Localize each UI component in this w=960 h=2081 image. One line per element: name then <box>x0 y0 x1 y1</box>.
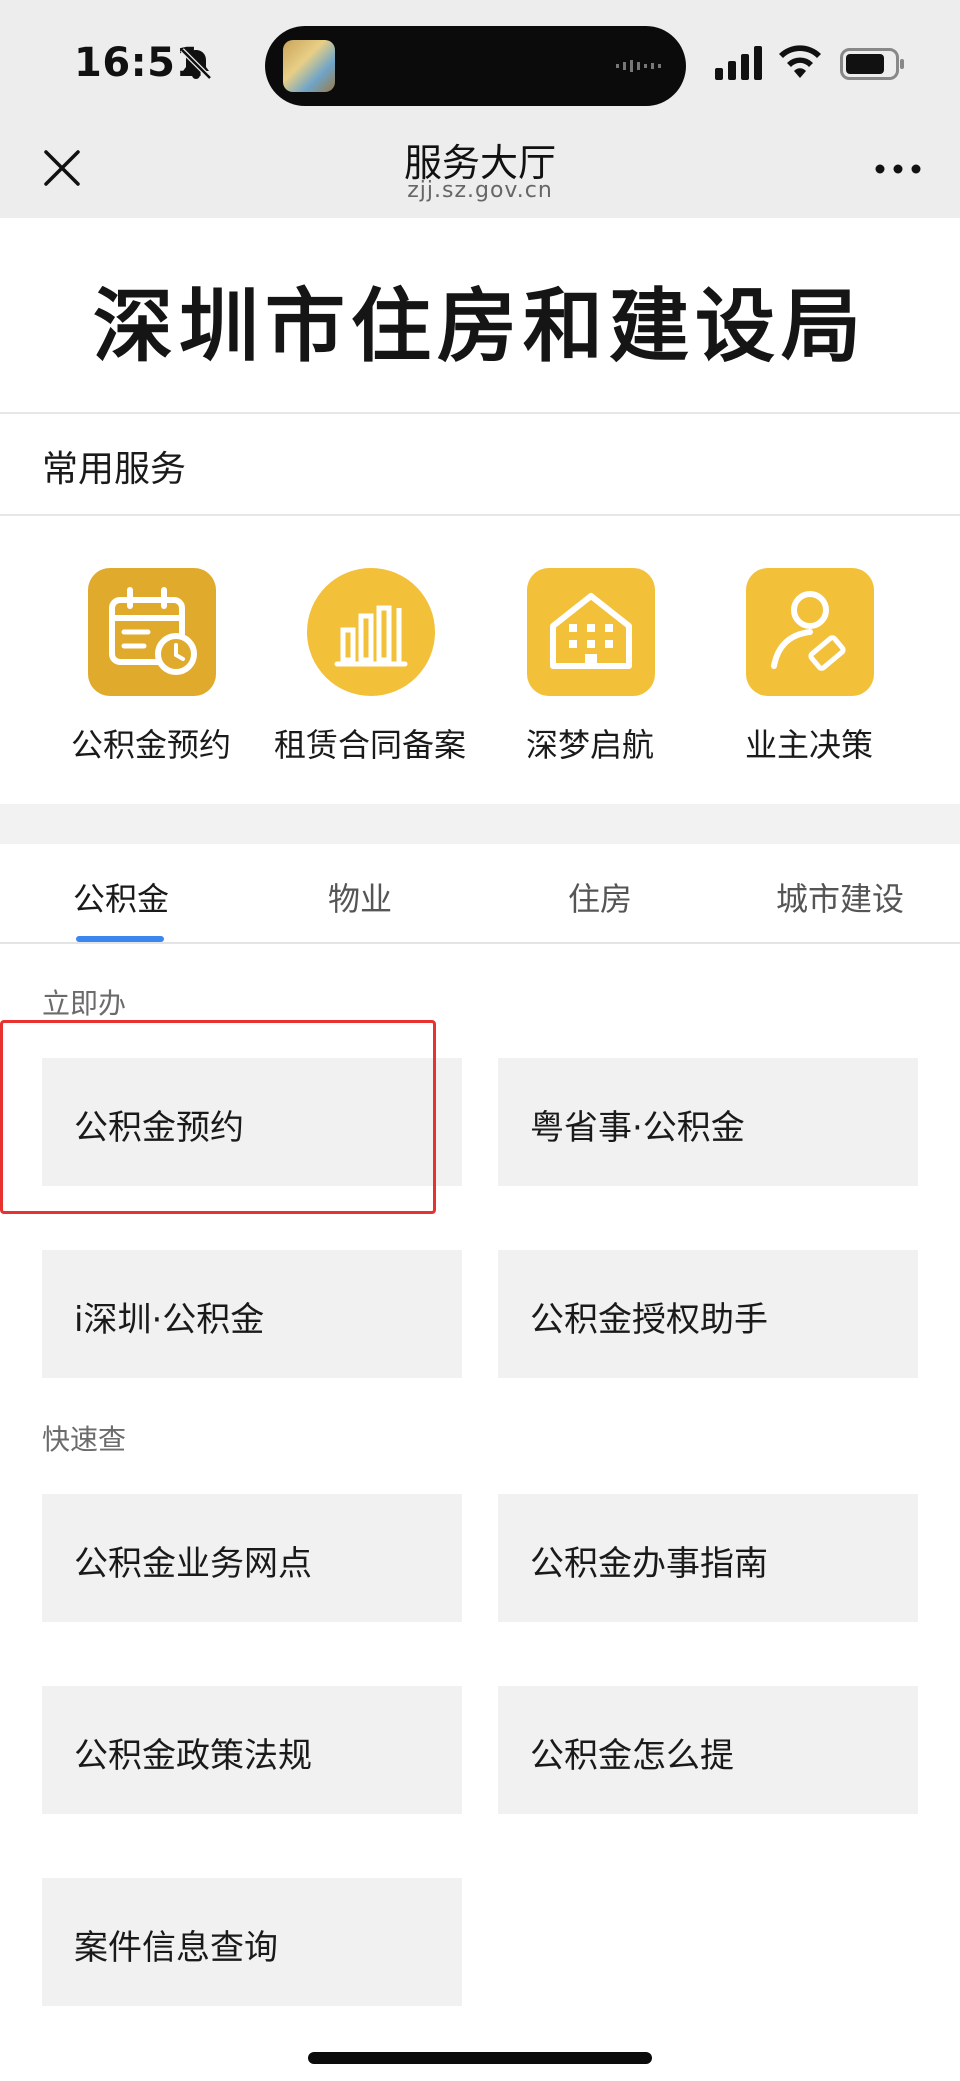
more-icon[interactable] <box>874 162 922 176</box>
section-heading: 常用服务 <box>42 449 187 490</box>
card-label: 公积金政策法规 <box>74 1736 312 1776</box>
user-ticket-icon <box>771 591 846 671</box>
cellular-signal-icon <box>715 46 762 80</box>
card-label: 公积金业务网点 <box>74 1544 312 1584</box>
card-housing-fund-service-outlets[interactable]: 公积金业务网点 <box>42 1494 462 1622</box>
dynamic-island <box>265 26 686 106</box>
card-label: 公积金预约 <box>74 1108 244 1148</box>
common-services-grid: 公积金预约 租赁合同备案 深梦启航 业主决策 <box>0 518 960 804</box>
common-services-header: 常用服务 <box>0 416 960 516</box>
service-label: 业主决策 <box>744 726 873 764</box>
card-housing-fund-service-guide[interactable]: 公积金办事指南 <box>498 1494 918 1622</box>
service-owner-decision[interactable]: 业主决策 <box>689 568 929 788</box>
card-label: i深圳·公积金 <box>74 1300 265 1340</box>
service-label: 租赁合同备案 <box>273 726 466 764</box>
service-lease-contract-filing[interactable]: 租赁合同备案 <box>250 568 490 788</box>
card-housing-fund-policies[interactable]: 公积金政策法规 <box>42 1686 462 1814</box>
home-indicator[interactable] <box>308 2052 652 2064</box>
tab-urban-construction[interactable]: 城市建设 <box>776 874 904 920</box>
group-label-do-now: 立即办 <box>42 987 127 1020</box>
card-label: 公积金办事指南 <box>530 1544 768 1584</box>
wifi-icon <box>779 45 821 78</box>
top-bar: 16:51 服务大厅 zjj.sz.gov.cn <box>0 0 960 218</box>
card-yueshengshi-housing-fund[interactable]: 粤省事·公积金 <box>498 1058 918 1186</box>
bell-off-icon <box>180 48 212 80</box>
section-divider <box>0 804 960 844</box>
card-label: 粤省事·公积金 <box>530 1108 745 1148</box>
tab-property[interactable]: 物业 <box>328 874 392 920</box>
audio-wave-icon <box>616 60 661 72</box>
category-tabs: 公积金 物业 住房 城市建设 <box>0 844 960 944</box>
tab-housing[interactable]: 住房 <box>568 874 632 920</box>
card-housing-fund-appointment[interactable]: 公积金预约 <box>42 1058 462 1186</box>
card-housing-fund-authorization-assistant[interactable]: 公积金授权助手 <box>498 1250 918 1378</box>
card-label: 公积金怎么提 <box>530 1736 734 1776</box>
battery-icon <box>840 48 904 80</box>
tab-housing-fund[interactable]: 公积金 <box>73 874 169 920</box>
active-tab-indicator <box>76 936 164 942</box>
card-housing-fund-withdrawal[interactable]: 公积金怎么提 <box>498 1686 918 1814</box>
page-title: 深圳市住房和建设局 <box>93 280 867 373</box>
card-ishenzhen-housing-fund[interactable]: i深圳·公积金 <box>42 1250 462 1378</box>
now-playing-artwork <box>283 40 335 92</box>
service-label: 深梦启航 <box>525 726 654 764</box>
building-icon <box>550 593 632 669</box>
card-label: 案件信息查询 <box>74 1928 278 1968</box>
calendar-clock-icon <box>109 587 197 675</box>
service-housing-fund-appointment[interactable]: 公积金预约 <box>31 568 271 788</box>
bar-chart-icon <box>334 605 408 667</box>
group-label-quick-lookup: 快速查 <box>42 1423 127 1456</box>
service-shenmeng-qihang[interactable]: 深梦启航 <box>470 568 710 788</box>
page-banner: 深圳市住房和建设局 <box>0 218 960 414</box>
nav-url: zjj.sz.gov.cn <box>407 178 553 203</box>
card-case-info-query[interactable]: 案件信息查询 <box>42 1878 462 2006</box>
service-label: 公积金预约 <box>70 726 231 764</box>
card-label: 公积金授权助手 <box>530 1300 768 1340</box>
